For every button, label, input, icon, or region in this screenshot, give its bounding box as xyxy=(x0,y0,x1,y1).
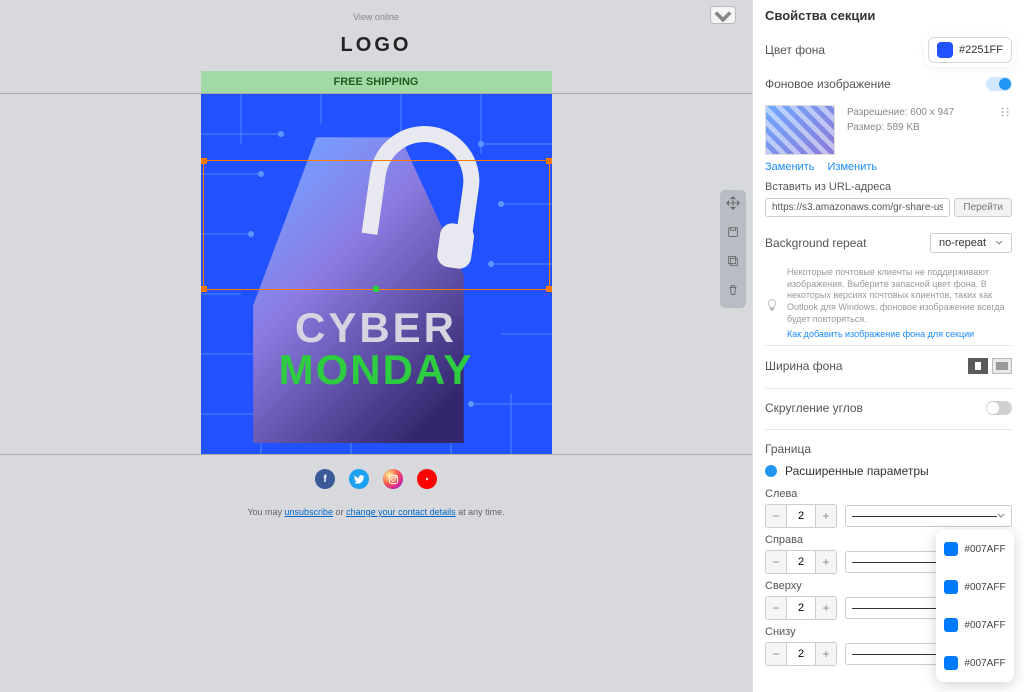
border-top-color[interactable]: #007AFF xyxy=(944,618,1005,632)
bg-repeat-label: Background repeat xyxy=(765,236,866,250)
border-color-card: #007AFF #007AFF #007AFF #007AFF xyxy=(936,530,1014,682)
bg-repeat-value: no-repeat xyxy=(939,237,986,249)
chevron-down-icon xyxy=(995,239,1003,247)
reorder-icon[interactable] xyxy=(998,105,1012,119)
info-text: Некоторые почтовые клиенты не поддержива… xyxy=(787,267,1005,324)
view-online-link[interactable]: View online xyxy=(353,12,399,22)
border-right-color[interactable]: #007AFF xyxy=(944,580,1005,594)
url-input[interactable] xyxy=(765,198,950,217)
bg-image-toggle[interactable] xyxy=(986,77,1012,91)
decrement-button[interactable]: − xyxy=(766,505,786,527)
advanced-label: Расширенные параметры xyxy=(785,464,929,478)
border-bottom-value[interactable] xyxy=(786,643,816,665)
border-left-style[interactable] xyxy=(845,505,1012,527)
footer-suffix: at any time. xyxy=(456,507,505,517)
advanced-dot-icon xyxy=(765,465,777,477)
border-left-label: Слева xyxy=(765,488,1012,500)
footer-or: or xyxy=(333,507,346,517)
info-note: Некоторые почтовые клиенты не поддержива… xyxy=(765,267,1012,341)
delete-icon[interactable] xyxy=(726,283,740,302)
border-bottom-color[interactable]: #007AFF xyxy=(944,656,1005,670)
bg-image-resolution: Разрешение: 600 x 947 xyxy=(847,105,954,120)
hero-block[interactable]: CYBER MONDAY xyxy=(201,94,552,454)
border-bottom-stepper[interactable]: − + xyxy=(765,642,837,666)
advanced-params[interactable]: Расширенные параметры xyxy=(765,464,1012,478)
bg-image-meta: Разрешение: 600 x 947 Размер: 589 KB xyxy=(847,105,954,135)
sidebar-title: Свойства секции xyxy=(765,8,1012,23)
bg-color-swatch xyxy=(937,42,953,58)
footer-prefix: You may xyxy=(247,507,284,517)
bg-image-label: Фоновое изображение xyxy=(765,77,891,91)
border-title: Граница xyxy=(765,442,1012,456)
youtube-icon[interactable] xyxy=(417,469,437,489)
collapse-button[interactable] xyxy=(710,6,736,24)
twitter-icon[interactable] xyxy=(349,469,369,489)
increment-button[interactable]: + xyxy=(816,551,836,573)
width-content-icon[interactable] xyxy=(968,358,988,374)
increment-button[interactable]: + xyxy=(816,597,836,619)
bg-width-label: Ширина фона xyxy=(765,359,843,373)
duplicate-icon[interactable] xyxy=(726,254,740,273)
bg-color-value: #2251FF xyxy=(959,44,1003,56)
bg-repeat-select[interactable]: no-repeat xyxy=(930,233,1012,253)
hero-text-monday[interactable]: MONDAY xyxy=(201,346,552,394)
corners-toggle[interactable] xyxy=(986,401,1012,415)
lightbulb-icon xyxy=(765,269,779,341)
bg-image-size: Размер: 589 KB xyxy=(847,120,954,135)
border-right-stepper[interactable]: − + xyxy=(765,550,837,574)
info-link[interactable]: Как добавить изображение фона для секции xyxy=(787,329,1012,341)
chevron-down-icon xyxy=(997,512,1005,520)
edit-link[interactable]: Изменить xyxy=(828,161,878,173)
hero-text-cyber[interactable]: CYBER xyxy=(201,304,552,352)
instagram-icon[interactable] xyxy=(383,469,403,489)
decrement-button[interactable]: − xyxy=(766,597,786,619)
footer-text: You may unsubscribe or change your conta… xyxy=(247,507,504,517)
decrement-button[interactable]: − xyxy=(766,643,786,665)
decrement-button[interactable]: − xyxy=(766,551,786,573)
bg-image-thumbnail[interactable] xyxy=(765,105,835,155)
editor-canvas: View online LOGO FREE SHIPPING CYBER MON… xyxy=(0,0,752,692)
url-go-button[interactable]: Перейти xyxy=(954,198,1012,217)
border-top-value[interactable] xyxy=(786,597,816,619)
facebook-icon[interactable]: f xyxy=(315,469,335,489)
border-left-stepper[interactable]: − + xyxy=(765,504,837,528)
free-shipping-banner[interactable]: FREE SHIPPING xyxy=(201,71,552,93)
change-details-link[interactable]: change your contact details xyxy=(346,507,456,517)
replace-link[interactable]: Заменить xyxy=(765,161,814,173)
move-icon[interactable] xyxy=(726,196,740,215)
hero-section[interactable]: CYBER MONDAY xyxy=(0,93,752,455)
border-right-value[interactable] xyxy=(786,551,816,573)
border-top-stepper[interactable]: − + xyxy=(765,596,837,620)
increment-button[interactable]: + xyxy=(816,643,836,665)
block-toolbar xyxy=(720,190,746,308)
corners-label: Скругление углов xyxy=(765,401,863,415)
increment-button[interactable]: + xyxy=(816,505,836,527)
save-block-icon[interactable] xyxy=(726,225,740,244)
logo-text[interactable]: LOGO xyxy=(341,34,412,57)
width-full-icon[interactable] xyxy=(992,358,1012,374)
border-left-color[interactable]: #007AFF xyxy=(944,542,1005,556)
bg-color-picker[interactable]: #2251FF xyxy=(928,37,1012,63)
unsubscribe-link[interactable]: unsubscribe xyxy=(285,507,334,517)
url-label: Вставить из URL-адреса xyxy=(765,181,1012,193)
social-icons: f xyxy=(315,469,437,489)
border-left-value[interactable] xyxy=(786,505,816,527)
bg-color-label: Цвет фона xyxy=(765,43,825,57)
